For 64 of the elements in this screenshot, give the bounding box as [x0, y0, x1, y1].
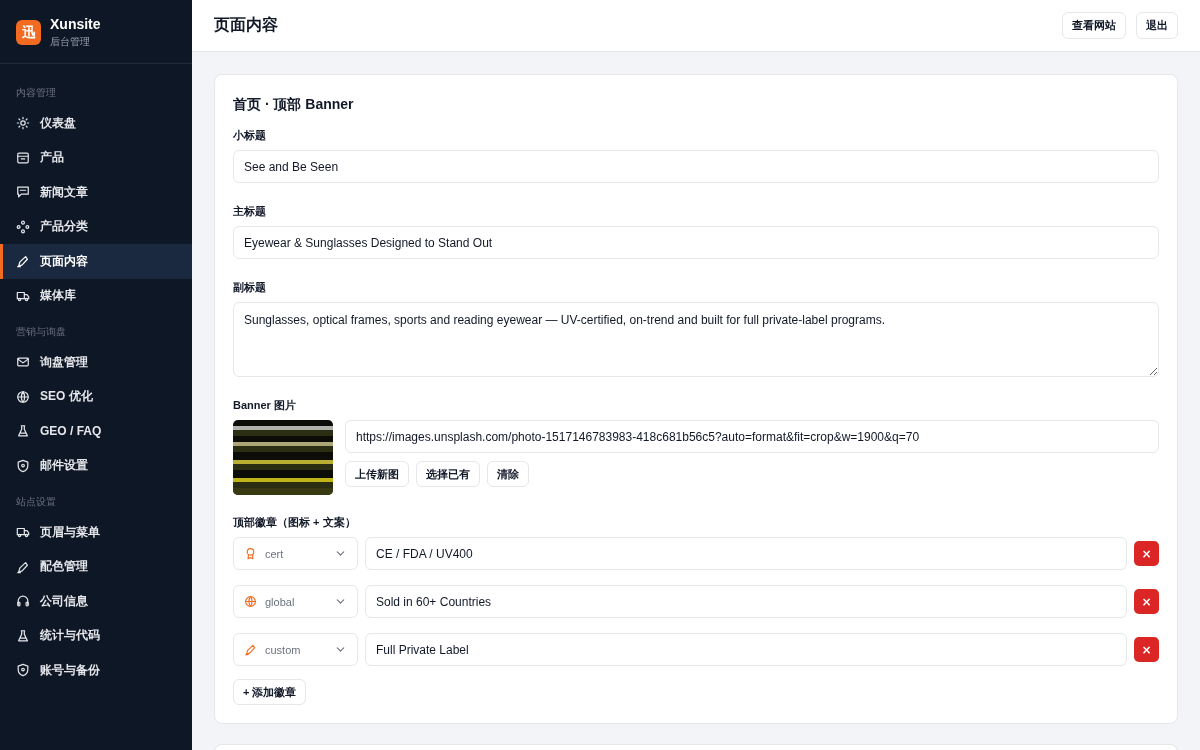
sidebar-item[interactable]: 媒体库	[0, 278, 192, 313]
image-button[interactable]: 清除	[487, 461, 529, 487]
sidebar-item[interactable]: 公司信息	[0, 584, 192, 619]
icon-select[interactable]: global	[233, 585, 358, 618]
shield-icon	[16, 458, 30, 473]
field-label: 主标题	[233, 204, 267, 219]
sidebar-item[interactable]: 新闻文章	[0, 175, 192, 210]
image-button[interactable]: 上传新图	[345, 461, 409, 487]
sidebar-item[interactable]: 仪表盘	[0, 106, 192, 141]
input-field[interactable]: CE / FDA / UV400	[365, 537, 1127, 570]
input-field[interactable]: Eyewear & Sunglasses Designed to Stand Out	[233, 226, 1159, 259]
sidebar-item[interactable]: 配色管理	[0, 549, 192, 584]
sidebar-item[interactable]: 产品分类	[0, 209, 192, 244]
field-label: 副标题	[233, 280, 267, 295]
sun-icon	[16, 116, 30, 131]
add-badge-button[interactable]: + 添加徽章	[233, 679, 307, 705]
delete-button[interactable]: ×	[1134, 541, 1159, 566]
section-label: 内容管理	[15, 86, 57, 100]
sidebar-item[interactable]: GEO / FAQ	[0, 414, 192, 449]
award-icon	[244, 547, 257, 560]
chat-icon	[16, 185, 30, 200]
mail-icon	[16, 355, 30, 370]
globe-icon	[16, 389, 30, 404]
icon-select[interactable]: cert	[233, 537, 358, 570]
sidebar-item[interactable]: 统计与代码	[0, 618, 192, 653]
header-button[interactable]: 退出	[1136, 12, 1178, 39]
input-field[interactable]: Sold in 60+ Countries	[365, 585, 1127, 618]
sidebar-item[interactable]: 账号与备份	[0, 653, 192, 688]
box-icon	[16, 150, 30, 165]
section-label: 营销与询盘	[15, 325, 67, 339]
pen-icon	[244, 643, 257, 656]
input-field[interactable]: See and Be Seen	[233, 150, 1159, 183]
input-field[interactable]: Full Private Label	[365, 633, 1127, 666]
field-label: Banner 图片	[233, 398, 297, 413]
brand-subtitle: 后台管理	[50, 35, 91, 49]
sidebar-item[interactable]: 页眉与菜单	[0, 515, 192, 550]
logo: 迅	[16, 20, 41, 45]
image-button[interactable]: 选择已有	[416, 461, 480, 487]
globe-icon	[244, 595, 257, 608]
sidebar-item[interactable]: SEO 优化	[0, 379, 192, 414]
card-title: 首页 · 顶部 Banner	[233, 96, 355, 114]
shield-icon	[16, 663, 30, 678]
sidebar-item[interactable]: 询盘管理	[0, 345, 192, 380]
section-label: 站点设置	[15, 495, 57, 509]
delete-button[interactable]: ×	[1134, 589, 1159, 614]
brand-name: Xunsite	[50, 16, 101, 32]
flask-icon	[16, 628, 30, 643]
headphones-icon	[16, 594, 30, 609]
page-title: 页面内容	[214, 15, 279, 35]
field-label: 小标题	[233, 128, 267, 143]
url-field[interactable]: https://images.unsplash.com/photo-1517146783983-418c681b56c5?auto=format&fit=crop&w=1900&q=70	[345, 420, 1159, 453]
sidebar-item[interactable]: 产品	[0, 140, 192, 175]
icon-select[interactable]: custom	[233, 633, 358, 666]
text-area[interactable]: Sunglasses, optical frames, sports and reading eyewear — UV-certified, on-trend and built for full private-label programs.	[233, 302, 1159, 377]
header-button[interactable]: 查看网站	[1062, 12, 1126, 39]
truck-icon	[16, 525, 30, 540]
field-label: 顶部徽章（图标 + 文案）	[233, 515, 357, 530]
grid-dots-icon	[16, 219, 30, 234]
flask-icon	[16, 424, 30, 439]
sidebar-item[interactable]: 邮件设置	[0, 448, 192, 483]
pen-icon	[16, 559, 30, 574]
sidebar-item[interactable]: 页面内容	[0, 244, 192, 279]
delete-button[interactable]: ×	[1134, 637, 1159, 662]
pen-icon	[16, 254, 30, 269]
